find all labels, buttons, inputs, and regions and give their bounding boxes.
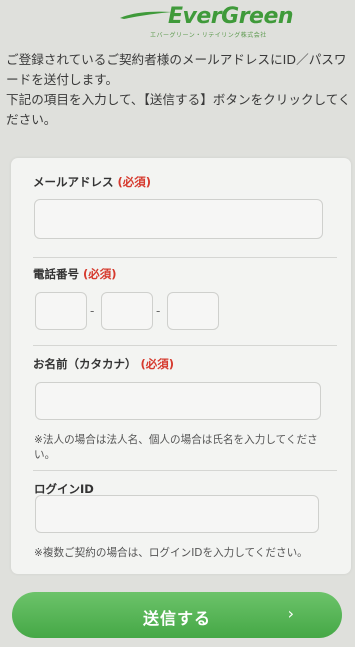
submit-button[interactable]: 送信する ›	[12, 592, 342, 638]
phone-dash-1: -	[90, 304, 95, 318]
login-id-note: ※複数ご契約の場合は、ログインIDを入力してください。	[34, 547, 308, 559]
name-kana-input[interactable]	[35, 382, 321, 420]
divider	[33, 345, 337, 346]
phone-label: 電話番号 (必須)	[33, 266, 117, 282]
phone-input-3[interactable]	[167, 292, 219, 330]
login-id-input[interactable]	[35, 495, 319, 533]
phone-input-1[interactable]	[35, 292, 87, 330]
divider	[33, 470, 337, 471]
phone-dash-2: -	[156, 304, 161, 318]
form-card: メールアドレス (必須) 電話番号 (必須) - - お名前（カタカナ） (必須…	[11, 158, 351, 574]
brand-logo: EverGreen エバーグリーン・リテイリング株式会社	[0, 4, 355, 42]
name-kana-note: ※法人の場合は法人名、個人の場合は氏名を入力してください。	[34, 434, 318, 461]
intro-line-2: 下記の項目を入力して、【送信する】ボタンをクリックしてください。	[6, 92, 351, 127]
email-label: メールアドレス (必須)	[33, 174, 151, 190]
intro-line-1: ご登録されているご契約者様のメールアドレスにID／パスワードを送付します。	[6, 52, 347, 87]
brand-name: EverGreen	[168, 4, 294, 29]
login-id-label-text: ログインID	[34, 482, 94, 496]
leaf-swoosh-icon	[120, 11, 172, 19]
name-kana-label: お名前（カタカナ） (必須)	[33, 356, 174, 372]
phone-label-text: 電話番号	[33, 267, 79, 281]
intro-text: ご登録されているご契約者様のメールアドレスにID／パスワードを送付します。 下記…	[6, 50, 351, 130]
email-required-badge: (必須)	[117, 175, 152, 189]
name-kana-label-text: お名前（カタカナ）	[33, 357, 137, 371]
phone-required-badge: (必須)	[83, 267, 117, 281]
email-input[interactable]	[34, 199, 323, 239]
divider	[33, 257, 337, 258]
phone-input-2[interactable]	[101, 292, 153, 330]
brand-tagline: エバーグリーン・リテイリング株式会社	[150, 32, 267, 39]
chevron-right-icon: ›	[287, 604, 294, 623]
name-kana-required-badge: (必須)	[140, 357, 175, 371]
email-label-text: メールアドレス	[33, 175, 114, 189]
